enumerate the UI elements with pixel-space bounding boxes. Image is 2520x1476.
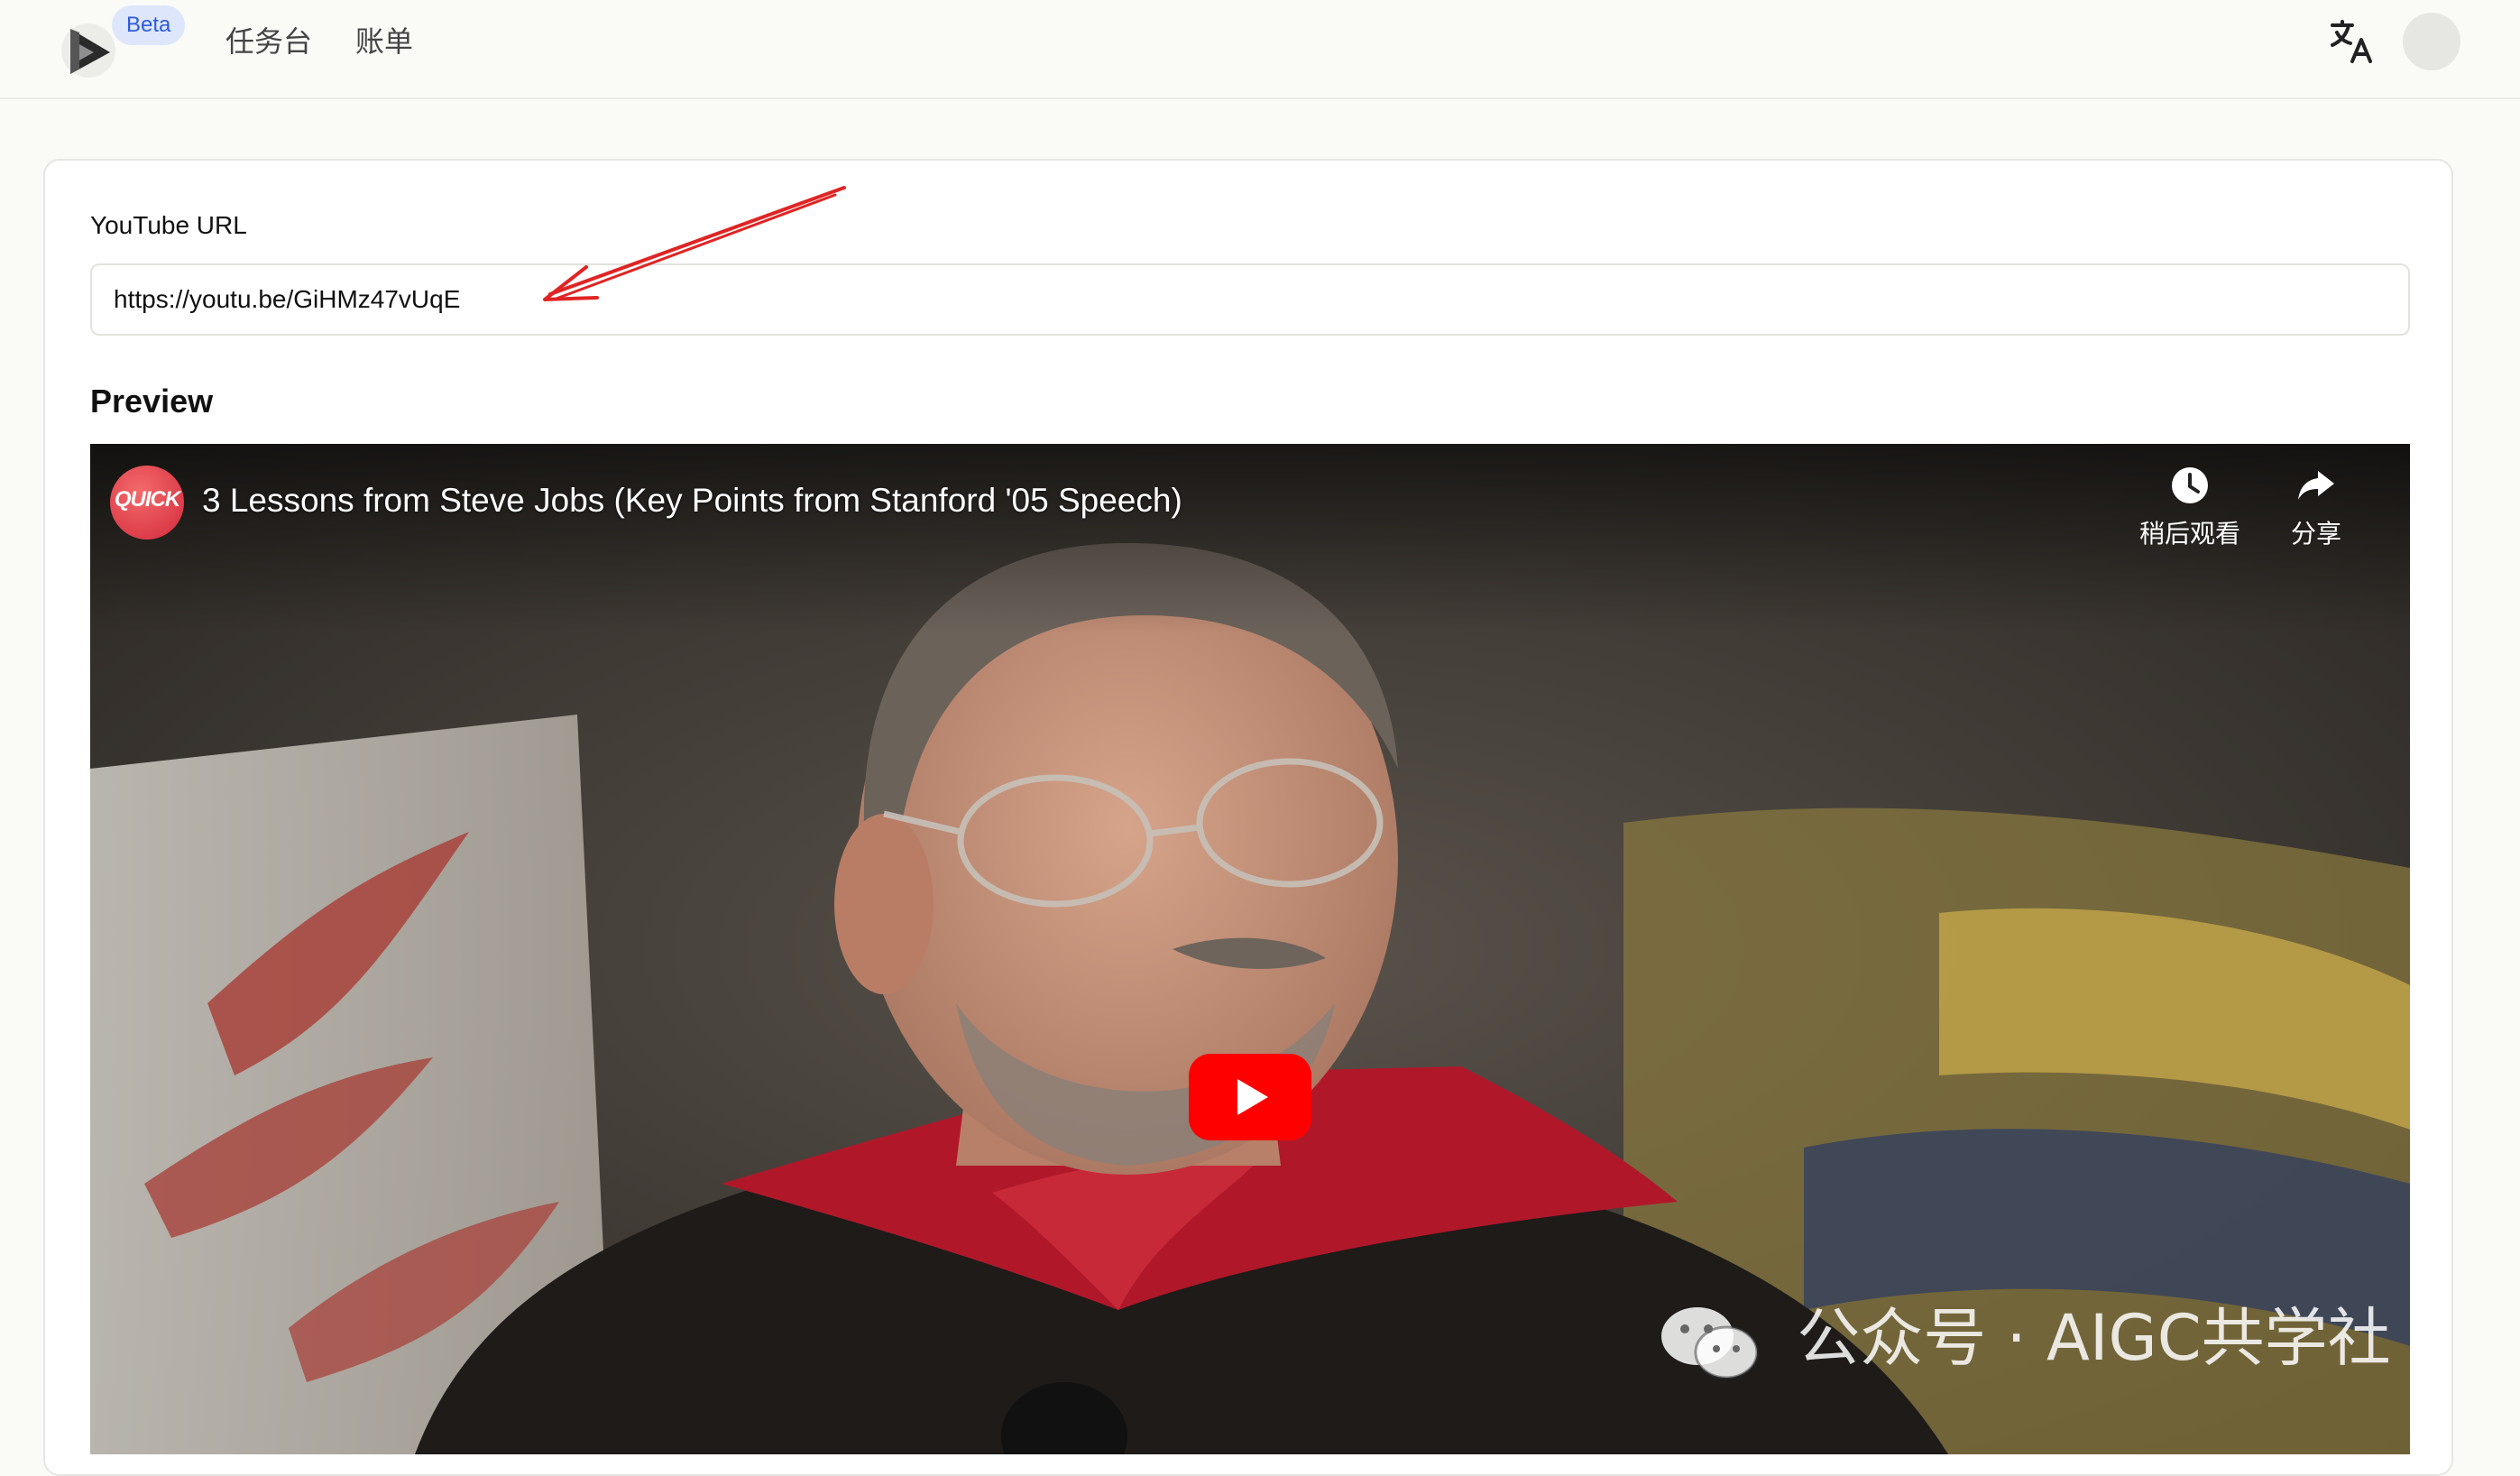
play-icon (1189, 1054, 1311, 1140)
video-top-gradient (90, 444, 2410, 633)
watch-later-button[interactable]: 稍后观看 (2127, 466, 2253, 565)
watermark-text: 公众号 · AIGC共学社 (1797, 1301, 2391, 1375)
channel-avatar-text: QUICK (114, 487, 180, 512)
video-player[interactable]: QUICK 3 Lessons from Steve Jobs (Key Poi… (90, 444, 2410, 1454)
watch-later-label: 稍后观看 (2138, 519, 2240, 549)
share-label: 分享 (2290, 519, 2341, 549)
watermark: 公众号 · AIGC共学社 (1660, 1288, 2391, 1388)
top-navigation-bar: Beta 任务台 账单 (0, 0, 2520, 99)
share-arrow-icon (2298, 471, 2334, 500)
channel-avatar[interactable]: QUICK (110, 466, 184, 540)
nav-item-tasks[interactable]: 任务台 (225, 20, 312, 63)
video-title[interactable]: 3 Lessons from Steve Jobs (Key Points fr… (202, 482, 1182, 520)
play-button[interactable] (1189, 1054, 1311, 1140)
share-button[interactable]: 分享 (2253, 466, 2379, 565)
beta-badge: Beta (112, 5, 186, 45)
youtube-url-label: YouTube URL (90, 211, 247, 239)
wechat-icon (1661, 1306, 1759, 1379)
preview-heading: Preview (90, 383, 214, 420)
user-avatar[interactable] (2403, 13, 2460, 70)
annotation-arrow (543, 186, 846, 301)
clock-icon (2172, 467, 2208, 503)
nav-item-bills[interactable]: 账单 (355, 20, 413, 63)
translate-icon[interactable] (2327, 16, 2377, 67)
youtube-url-input[interactable] (90, 263, 2410, 336)
main-card: YouTube URL Preview (43, 159, 2453, 1476)
